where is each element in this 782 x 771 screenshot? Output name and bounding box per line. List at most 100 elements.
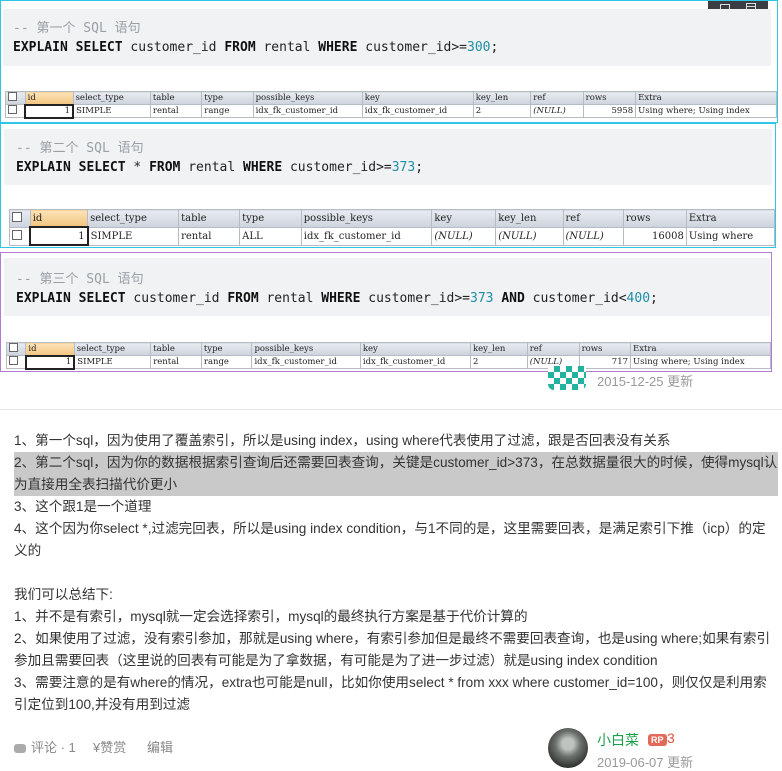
sql-number: 373: [391, 160, 416, 175]
row-select-cell: [5, 355, 27, 369]
divider: [0, 409, 782, 410]
table-cell: 717: [578, 355, 632, 369]
column-header: rows: [578, 342, 632, 356]
sql-comment: -- 第一个 SQL 语句: [13, 21, 141, 36]
sql-keyword: FROM: [227, 291, 259, 306]
answer-paragraph: 4、这个因为你select *,过滤完回表，所以是using index con…: [14, 521, 766, 558]
sql-text: ;: [415, 160, 424, 175]
table-cell: 5958: [582, 104, 637, 118]
sql-keyword: WHERE: [243, 160, 283, 175]
sql-keyword: SELECT: [75, 40, 123, 55]
column-header: Extra: [630, 342, 771, 356]
table-cell: rental: [150, 355, 202, 369]
answer-paragraph: 3、需要注意的是有where的情况，extra也可能是null，比如你使用sel…: [14, 675, 767, 712]
column-header: possible_keys: [300, 209, 433, 228]
sql-screenshot-3: -- 第三个 SQL 语句 EXPLAIN SELECT customer_id…: [0, 252, 772, 372]
sql-code-block-3: -- 第三个 SQL 语句 EXPLAIN SELECT customer_id…: [4, 258, 770, 316]
table-cell: SIMPLE: [87, 226, 180, 246]
sql-code-block-2: -- 第二个 SQL 语句 EXPLAIN SELECT * FROM rent…: [4, 129, 772, 185]
answer-paragraph: 2、如果使用了过滤，没有索引参加，那就是using where，有索引参加但是最…: [14, 631, 771, 668]
row-checkbox[interactable]: [8, 105, 17, 114]
table-cell: 1: [24, 103, 75, 119]
column-header: type: [200, 342, 253, 356]
table-cell: 2: [469, 355, 528, 369]
row-select-cell: [5, 342, 27, 356]
table-header-row: id select_type table type possible_keys key ke…: [9, 209, 776, 228]
sql-text: customer_id: [125, 291, 228, 306]
sql-comment: -- 第三个 SQL 语句: [16, 272, 144, 287]
column-header: select_type: [87, 209, 180, 228]
row-checkbox[interactable]: [12, 229, 22, 240]
sql-text: ;: [650, 291, 658, 306]
sql-number: 300: [467, 40, 491, 55]
table-cell: idx_fk_customer_id: [300, 226, 433, 246]
table-cell: 2: [472, 104, 532, 118]
sql-number: 373: [470, 291, 494, 306]
sql-keyword: SELECT: [78, 160, 126, 175]
column-header: rows: [622, 209, 687, 228]
sql-text: customer_id>=: [360, 291, 470, 306]
column-header: id: [24, 91, 74, 105]
sql-keyword: EXPLAIN: [16, 291, 71, 306]
row-checkbox[interactable]: [8, 92, 17, 101]
sql-text: customer_id: [122, 40, 225, 55]
table-cell: range: [200, 355, 253, 369]
table-cell: Using where; Using index: [630, 355, 771, 369]
answer-paragraph: [14, 562, 778, 584]
edit-button[interactable]: 编辑: [147, 737, 173, 756]
row-checkbox[interactable]: [12, 211, 22, 222]
table-cell: 1: [29, 226, 89, 246]
column-header: type: [239, 209, 302, 228]
table-cell: 16008: [622, 226, 687, 246]
column-header: Extra: [685, 209, 776, 228]
sql-text: ;: [490, 40, 499, 55]
column-header: ref: [526, 342, 580, 356]
table-header-row: id select_type table type possible_keys key ke…: [5, 342, 771, 356]
author-avatar[interactable]: [548, 728, 588, 768]
table-cell: Using where: [685, 226, 776, 246]
update-date: 2015-12-25 更新: [597, 374, 694, 389]
table-cell: (NULL): [431, 226, 497, 246]
reward-button[interactable]: ¥赞赏: [93, 737, 126, 756]
column-header: possible_keys: [252, 91, 363, 105]
table-cell: idx_fk_customer_id: [359, 355, 471, 369]
comment-label: 评论 · 1: [31, 740, 76, 755]
column-header: key_len: [495, 209, 564, 228]
sql-keyword: WHERE: [321, 291, 361, 306]
explain-result-table-3: id select_type table type possible_keys key ke…: [5, 342, 771, 370]
reputation-count: 3: [667, 730, 675, 746]
avatar[interactable]: [548, 366, 586, 390]
sql-text: customer_id>=: [357, 40, 467, 55]
column-header: key: [359, 342, 471, 356]
column-header: ref: [530, 91, 584, 105]
table-header-row: id select_type table type possible_keys key ke…: [5, 91, 777, 105]
sql-keyword: FROM: [224, 40, 256, 55]
sql-keyword: EXPLAIN: [13, 40, 68, 55]
comment-button[interactable]: 评论 · 1: [14, 737, 76, 756]
sql-text: rental: [258, 291, 322, 306]
row-checkbox[interactable]: [9, 356, 18, 365]
row-select-cell: [5, 104, 26, 118]
column-header: ref: [562, 209, 624, 228]
table-cell: (NULL): [495, 226, 564, 246]
answer-body: 1、第一个sql，因为使用了覆盖索引，所以是using index，using …: [14, 430, 778, 716]
row-select-cell: [9, 226, 31, 246]
sql-keyword: FROM: [149, 160, 181, 175]
explain-result-table-1: id select_type table type possible_keys key ke…: [5, 91, 777, 119]
author-update-date: 2019-06-07 更新: [597, 755, 694, 770]
table-row: 1 SIMPLE rental range idx_fk_customer_id idx_…: [5, 103, 777, 119]
author-name[interactable]: 小白菜: [597, 730, 639, 750]
sql-number: 400: [626, 291, 651, 306]
table-cell: ALL: [239, 226, 302, 246]
answer-paragraph: 我们可以总结下:: [14, 587, 113, 602]
table-cell: idx_fk_customer_id: [361, 104, 474, 118]
sql-keyword: SELECT: [78, 291, 126, 306]
column-header: id: [29, 209, 89, 228]
table-row: 1 SIMPLE rental ALL idx_fk_customer_id (NULL)…: [9, 226, 776, 246]
table-cell: (NULL): [562, 226, 624, 246]
column-header: key: [431, 209, 497, 228]
sql-statement: EXPLAIN SELECT * FROM rental WHERE custo…: [16, 160, 772, 175]
row-checkbox[interactable]: [9, 343, 18, 352]
